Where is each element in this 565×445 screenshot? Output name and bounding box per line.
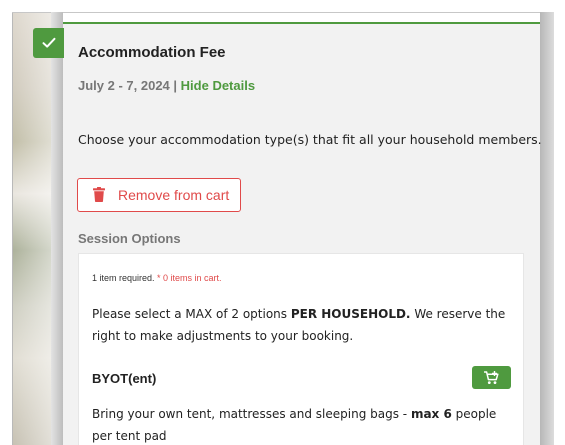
remove-from-cart-label: Remove from cart <box>118 187 230 203</box>
household-note: Please select a MAX of 2 options PER HOU… <box>92 303 512 347</box>
fee-description: Choose your accommodation type(s) that f… <box>78 132 542 147</box>
fee-title: Accommodation Fee <box>78 44 226 61</box>
date-separator: | <box>169 78 181 93</box>
note-bold: PER HOUSEHOLD. <box>290 307 411 321</box>
option-desc-prefix: Bring your own tent, mattresses and slee… <box>92 407 411 421</box>
cart-plus-icon <box>483 370 499 384</box>
frame-border-left <box>12 12 13 445</box>
selected-badge <box>33 28 64 58</box>
add-to-cart-button[interactable] <box>472 366 511 389</box>
fee-dates: July 2 - 7, 2024 <box>78 78 170 93</box>
check-icon <box>42 37 55 48</box>
hide-details-link[interactable]: Hide Details <box>181 78 255 93</box>
option-description: Bring your own tent, mattresses and slee… <box>92 403 516 445</box>
option-name-byot: BYOT(ent) <box>92 371 157 386</box>
trash-icon <box>93 187 105 202</box>
cart-status: * 0 items in cart. <box>157 273 222 283</box>
fee-date-line: July 2 - 7, 2024 | Hide Details <box>78 78 255 93</box>
option-desc-bold: max 6 <box>410 407 452 421</box>
note-prefix: Please select a MAX of 2 options <box>92 307 291 321</box>
session-options-title: Session Options <box>78 231 181 246</box>
frame-border-top <box>12 12 553 13</box>
requirement-line: 1 item required. * 0 items in cart. <box>92 273 222 283</box>
card-shadow-left <box>51 12 63 445</box>
card-shadow-right <box>540 12 554 445</box>
background-photo <box>13 12 51 445</box>
required-text: 1 item required. <box>92 273 158 283</box>
remove-from-cart-button[interactable]: Remove from cart <box>77 178 241 212</box>
